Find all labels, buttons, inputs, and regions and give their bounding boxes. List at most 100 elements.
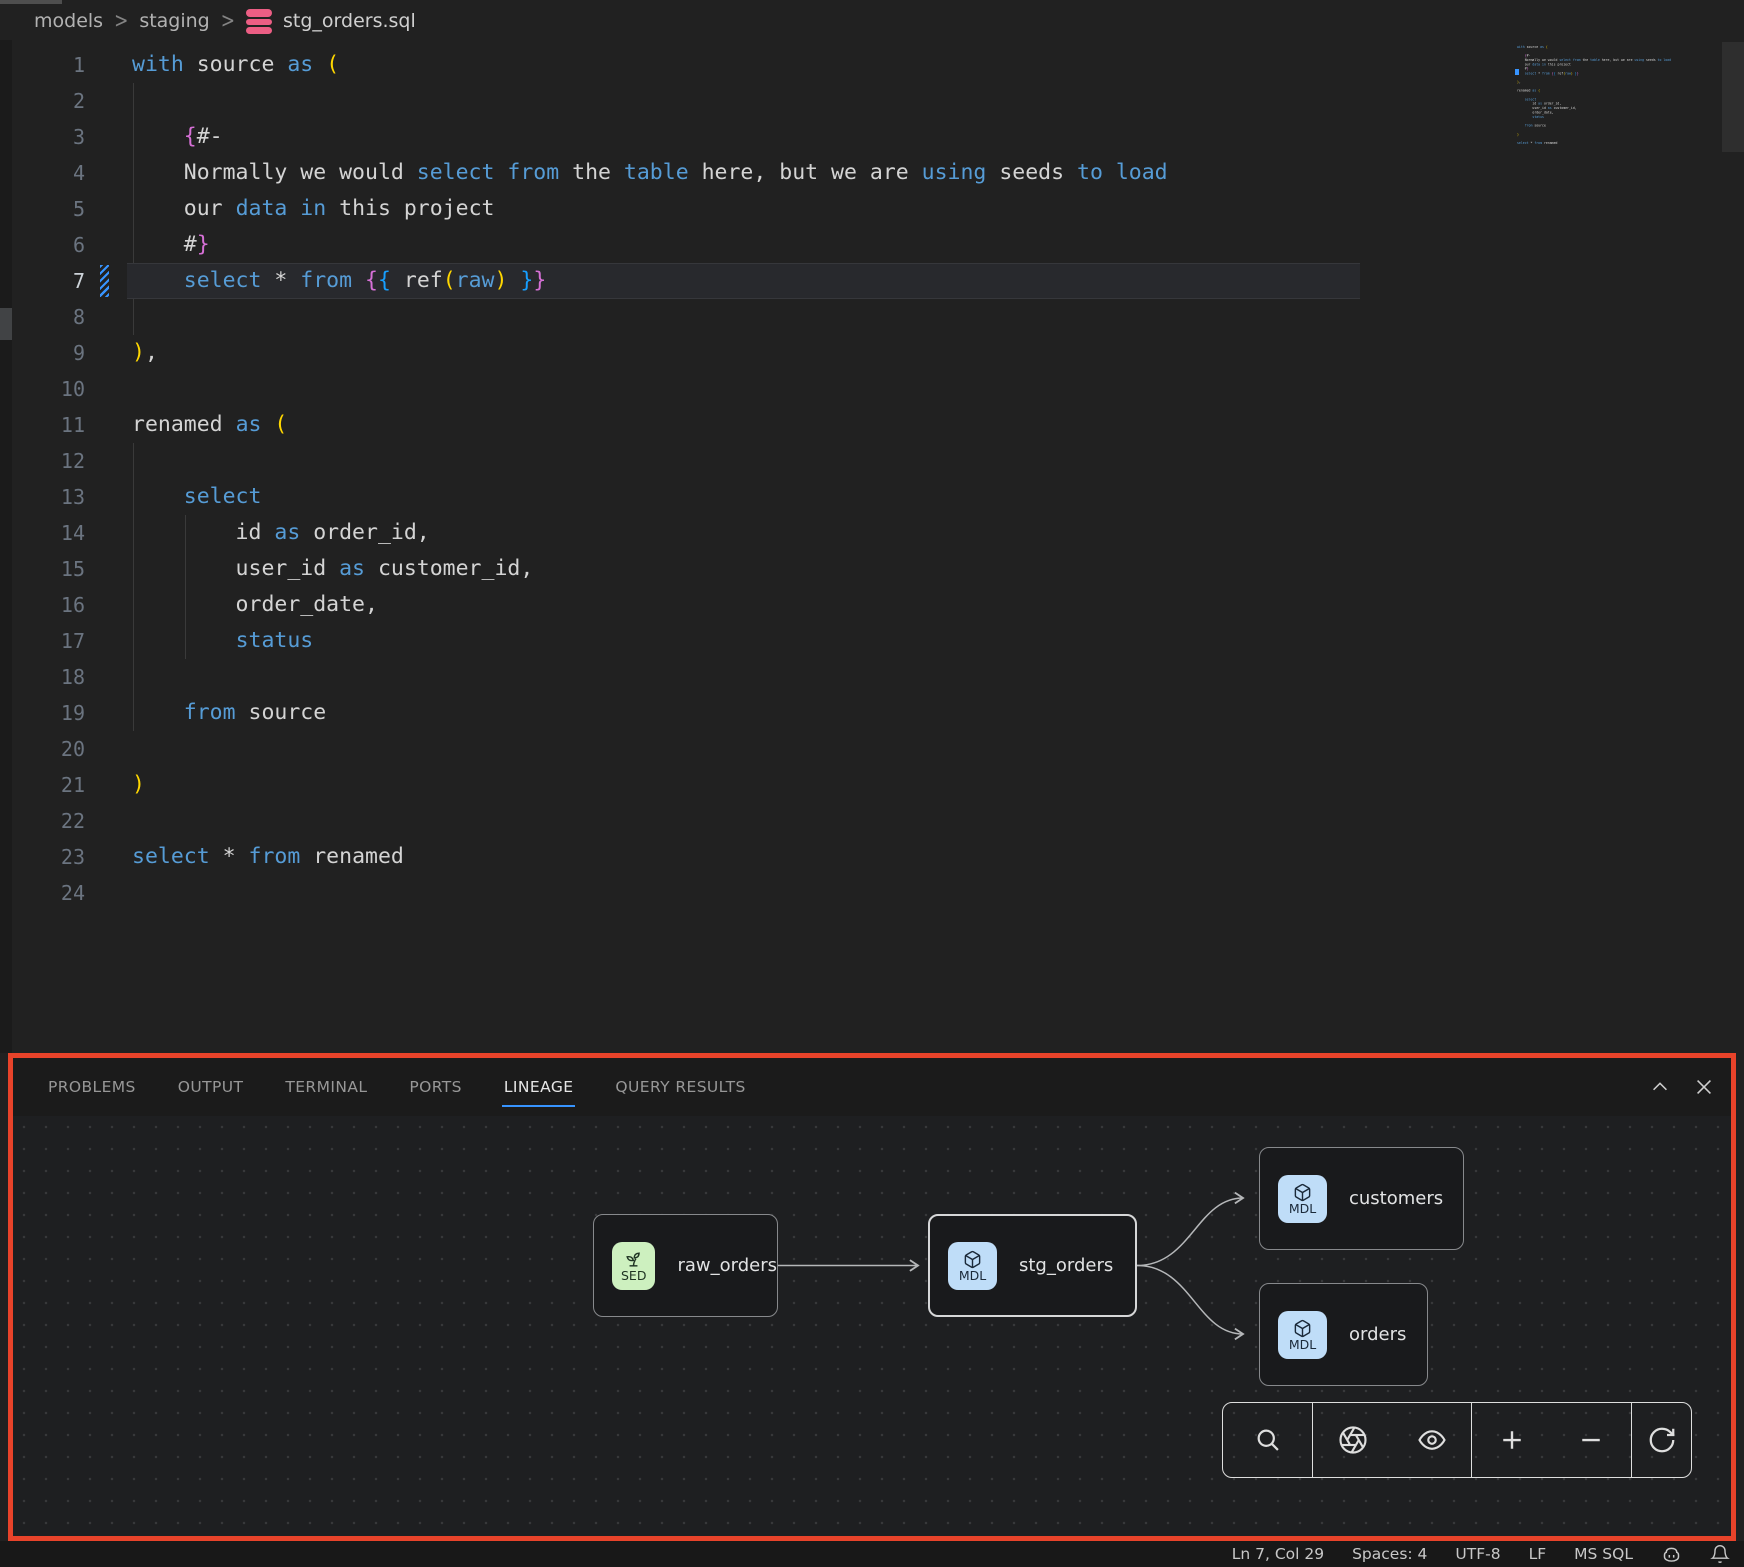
zoom-out-button[interactable] xyxy=(1569,1418,1613,1462)
tab-ports[interactable]: PORTS xyxy=(409,1078,462,1096)
lineage-node-raw-orders[interactable]: SED raw_orders xyxy=(593,1214,778,1317)
eol-setting[interactable]: LF xyxy=(1529,1545,1547,1563)
code-text: order_date, xyxy=(132,587,378,623)
node-label: customers xyxy=(1349,1188,1443,1209)
cursor-position[interactable]: Ln 7, Col 29 xyxy=(1232,1545,1324,1563)
tab-terminal[interactable]: TERMINAL xyxy=(285,1078,367,1096)
line-number: 13 xyxy=(0,479,85,515)
line-number: 15 xyxy=(0,551,85,587)
code-text: select * from renamed xyxy=(132,839,404,875)
lineage-node-customers[interactable]: MDL customers xyxy=(1259,1147,1464,1250)
refresh-button[interactable] xyxy=(1640,1418,1684,1462)
lineage-canvas[interactable]: SED raw_orders MDL stg_orders xyxy=(13,1116,1731,1536)
code-lines: 1 with source as (23 {#-4 Normally we wou… xyxy=(0,42,1744,911)
line-number: 12 xyxy=(0,443,85,479)
lineage-toolbar xyxy=(1222,1402,1692,1478)
node-label: orders xyxy=(1349,1324,1406,1345)
code-line[interactable]: 17 status xyxy=(0,623,1744,659)
language-mode[interactable]: MS SQL xyxy=(1574,1545,1633,1563)
line-number: 14 xyxy=(0,515,85,551)
code-line[interactable]: 18 xyxy=(0,659,1744,695)
code-line[interactable]: 22 xyxy=(0,803,1744,839)
lineage-node-orders[interactable]: MDL orders xyxy=(1259,1283,1428,1386)
code-text: ), xyxy=(132,335,158,371)
model-badge: MDL xyxy=(948,1242,997,1290)
code-line[interactable]: 13 select xyxy=(0,479,1744,515)
tab-output[interactable]: OUTPUT xyxy=(178,1078,244,1096)
code-line[interactable]: 23 select * from renamed xyxy=(0,839,1744,875)
code-line[interactable]: 5 our data in this project xyxy=(0,191,1744,227)
code-line[interactable]: 4 Normally we would select from the tabl… xyxy=(0,155,1744,191)
line-number: 22 xyxy=(0,803,85,839)
visibility-button[interactable] xyxy=(1410,1418,1454,1462)
panel-tab-bar: PROBLEMS OUTPUT TERMINAL PORTS LINEAGE Q… xyxy=(13,1058,1731,1116)
line-number: 11 xyxy=(0,407,85,443)
line-number: 20 xyxy=(0,731,85,767)
encoding[interactable]: UTF-8 xyxy=(1455,1545,1500,1563)
tab-query-results[interactable]: QUERY RESULTS xyxy=(615,1078,745,1096)
eye-icon xyxy=(1417,1425,1447,1455)
code-text: status xyxy=(132,623,313,659)
node-label: stg_orders xyxy=(1019,1255,1113,1276)
line-number: 23 xyxy=(0,839,85,875)
code-line[interactable]: 2 xyxy=(0,83,1744,119)
code-line[interactable]: 14 id as order_id, xyxy=(0,515,1744,551)
line-number: 1 xyxy=(0,47,85,83)
edge-stg-to-customers xyxy=(1137,1198,1243,1266)
lineage-node-stg-orders[interactable]: MDL stg_orders xyxy=(928,1214,1137,1317)
code-line[interactable]: 21) xyxy=(0,767,1744,803)
badge-label: MDL xyxy=(1289,1338,1316,1351)
bottom-panel-highlighted-region: PROBLEMS OUTPUT TERMINAL PORTS LINEAGE Q… xyxy=(8,1053,1736,1541)
aperture-button[interactable] xyxy=(1331,1418,1375,1462)
code-line[interactable]: 6 #} xyxy=(0,227,1744,263)
minimap[interactable]: with source as ( {#- Normally we would s… xyxy=(1517,45,1722,175)
code-line[interactable]: 19 from source xyxy=(0,695,1744,731)
model-badge: MDL xyxy=(1278,1175,1327,1223)
code-line[interactable]: 15 user_id as customer_id, xyxy=(0,551,1744,587)
code-editor[interactable]: 1 with source as (23 {#-4 Normally we wou… xyxy=(0,42,1744,1053)
tab-lineage[interactable]: LINEAGE xyxy=(504,1078,574,1096)
zoom-in-button[interactable] xyxy=(1490,1418,1534,1462)
search-icon xyxy=(1254,1426,1282,1454)
line-number: 6 xyxy=(0,227,85,263)
notifications-button[interactable] xyxy=(1710,1544,1730,1564)
indentation-setting[interactable]: Spaces: 4 xyxy=(1352,1545,1427,1563)
code-text: user_id as customer_id, xyxy=(132,551,533,587)
code-line[interactable]: 20 xyxy=(0,731,1744,767)
code-line[interactable]: 11renamed as ( xyxy=(0,407,1744,443)
line-number: 24 xyxy=(0,875,85,911)
code-line[interactable]: 1 with source as ( xyxy=(0,47,1744,83)
cube-icon xyxy=(1293,1183,1312,1202)
code-line[interactable]: 3 {#- xyxy=(0,119,1744,155)
line-number: 17 xyxy=(0,623,85,659)
code-line[interactable]: 24 xyxy=(0,875,1744,911)
editor-scrollbar[interactable] xyxy=(1722,42,1744,152)
edge-stg-to-orders xyxy=(1137,1266,1243,1335)
breadcrumb: models > staging > stg_orders.sql xyxy=(0,0,1744,42)
refresh-icon xyxy=(1647,1425,1677,1455)
panel-close-button[interactable] xyxy=(1693,1076,1715,1098)
line-number: 4 xyxy=(0,155,85,191)
code-text: our data in this project xyxy=(132,191,494,227)
code-line[interactable]: 12 xyxy=(0,443,1744,479)
search-button[interactable] xyxy=(1246,1418,1290,1462)
line-number: 9 xyxy=(0,335,85,371)
breadcrumb-item-file[interactable]: stg_orders.sql xyxy=(283,10,416,32)
code-line[interactable]: 16 order_date, xyxy=(0,587,1744,623)
tab-problems[interactable]: PROBLEMS xyxy=(48,1078,136,1096)
copilot-status-button[interactable] xyxy=(1661,1544,1682,1565)
panel-maximize-button[interactable] xyxy=(1649,1076,1671,1098)
code-line[interactable]: 7 select * from {{ ref(raw) }} xyxy=(0,263,1744,299)
line-number: 10 xyxy=(0,371,85,407)
database-icon xyxy=(246,9,272,34)
breadcrumb-item-staging[interactable]: staging xyxy=(139,10,209,32)
code-line[interactable]: 10 xyxy=(0,371,1744,407)
modified-line-indicator xyxy=(100,265,109,297)
breadcrumb-item-models[interactable]: models xyxy=(34,10,103,32)
cube-icon xyxy=(963,1250,982,1269)
code-text: with source as ( xyxy=(132,47,339,83)
code-line[interactable]: 8 xyxy=(0,299,1744,335)
bell-icon xyxy=(1710,1544,1730,1564)
line-number: 18 xyxy=(0,659,85,695)
code-line[interactable]: 9), xyxy=(0,335,1744,371)
